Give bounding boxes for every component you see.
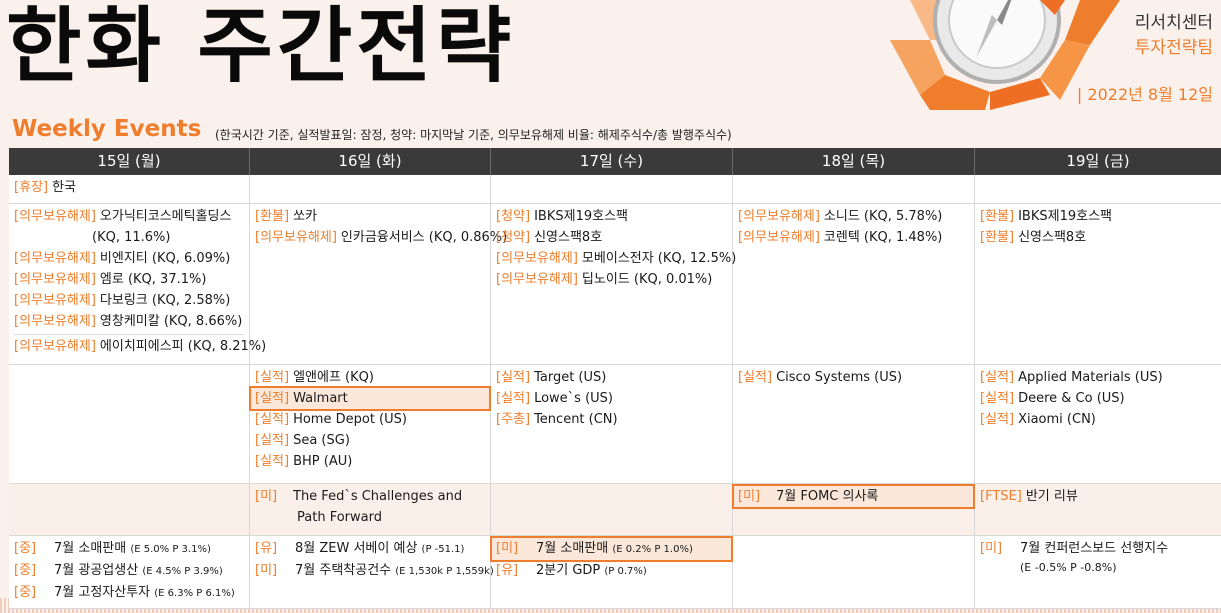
day-header: 18일 (목) [733,148,975,175]
day-header: 16일 (화) [250,148,491,175]
event-item: [의무보유해제] 코렌텍 (KQ, 1.48%) [738,230,943,245]
event-item: [미] 7월 주택착공건수 (E 1,530k P 1,559k) [255,563,494,578]
event-item: [FTSE] 반기 리뷰 [980,489,1078,504]
cell-mon: [의무보유해제] 오가닉티코스메틱홀딩스 (KQ, 11.6%) [의무보유해제]… [9,204,266,364]
event-item: [주총] Tencent (CN) [496,412,618,427]
cell-fri [975,175,1221,203]
event-item: [의무보유해제] 영창케미칼 (KQ, 8.66%) [14,314,243,329]
event-item: [미] The Fed`s Challenges and [255,489,463,504]
event-item: [청약] 신영스팩8호 [496,230,603,245]
event-item: [휴장] 한국 [14,180,76,195]
cell-thu: [실적] Cisco Systems (US) [733,365,975,483]
cell-tue [250,175,491,203]
cell-mon: [휴장] 한국 [9,175,250,203]
event-item: [실적] Xiaomi (CN) [980,412,1096,427]
day-header: 19일 (금) [1066,152,1130,170]
table-row: [휴장] 한국 [9,175,1221,204]
event-item: [의무보유해제] 모베이스전자 (KQ, 12.5%) [496,251,737,266]
event-item: [환불] 쏘카 [255,209,317,224]
research-center-label: 리서치센터 [1134,13,1213,33]
event-item: [의무보유해제] 다보링크 (KQ, 2.58%) [14,293,231,308]
event-item: [중] 7월 고정자산투자 (E 6.3% P 6.1%) [14,585,235,600]
highlighted-event-item: [실적] Walmart [249,386,491,411]
cell-wed: [미] 7월 소매판매 (E 0.2% P 1.0%) [유] 2분기 GDP (P… [490,536,733,608]
cell-fri: [미] 7월 컨퍼런스보드 선행지수 (E -0.5% P -0.8%) [975,536,1221,608]
cell-wed: [청약] IBKS제19호스팩 [청약] 신영스팩8호 [의무보유해제] 모베이스전자… [491,204,737,364]
event-item: [의무보유해제] 엠로 (KQ, 37.1%) [14,272,207,287]
cell-fri: [환불] IBKS제19호스팩 [환불] 신영스팩8호 [975,204,1221,364]
day-header-row: 15일 (월) 16일 (화) 17일 (수) 18일 (목) 19일 (금) [9,148,1221,175]
event-item: [중] 7월 소매판매 (E 5.0% P 3.1%) [14,541,211,556]
highlighted-event-item: [미] 7월 소매판매 (E 0.2% P 1.0%) [490,536,733,562]
event-item: [의무보유해제] 소니드 (KQ, 5.78%) [738,209,943,224]
event-item: [의무보유해제] 인카금융서비스 (KQ, 0.86%) [255,230,508,245]
cell-tue: [미] The Fed`s Challenges and Path Forward [250,484,491,535]
cell-mon [9,365,250,483]
event-item: [의무보유해제] 에이치피에스피 (KQ, 8.21%) [14,334,266,357]
cell-thu: [의무보유해제] 소니드 (KQ, 5.78%) [의무보유해제] 코렌텍 (KQ,… [733,204,975,364]
highlighted-event-item: [미] 7월 FOMC 의사록 [732,484,975,509]
event-item: [실적] BHP (AU) [255,454,353,469]
event-item: [미] 7월 컨퍼런스보드 선행지수 [980,541,1169,556]
event-item-continued: Path Forward [297,510,382,525]
cell-thu [733,175,975,203]
event-item: [의무보유해제] 오가닉티코스메틱홀딩스 [14,209,232,224]
cell-wed [491,175,733,203]
event-item: [환불] IBKS제19호스팩 [980,209,1112,224]
event-item: [실적] Target (US) [496,370,607,385]
cell-tue: [환불] 쏘카 [의무보유해제] 인카금융서비스 (KQ, 0.86%) [250,204,508,364]
weekly-events-title: Weekly Events [12,116,202,142]
event-item: [실적] 엘앤에프 (KQ) [255,370,374,385]
event-item: [실적] Lowe`s (US) [496,391,613,406]
event-item: [실적] Deere & Co (US) [980,391,1125,406]
event-item: (KQ, 11.6%) [92,230,171,245]
day-header: 17일 (수) [491,148,733,175]
event-item: [청약] IBKS제19호스팩 [496,209,628,224]
cell-fri: [FTSE] 반기 리뷰 [975,484,1221,535]
event-item: [실적] Home Depot (US) [255,412,407,427]
report-title: 한화 주간전략 [6,0,516,94]
event-item: [중] 7월 광공업생산 (E 4.5% P 3.9%) [14,563,223,578]
table-row: [의무보유해제] 오가닉티코스메틱홀딩스 (KQ, 11.6%) [의무보유해제]… [9,204,1221,365]
weekly-events-table: 15일 (월) 16일 (화) 17일 (수) 18일 (목) 19일 (금) … [9,148,1221,609]
weekly-events-note: (한국시간 기준, 실적발표일: 잠정, 청약: 마지막날 기준, 의무보유해제… [215,128,732,142]
cell-mon [9,484,250,535]
table-row: [실적] 엘앤에프 (KQ) [실적] Walmart [실적] Home Depot… [9,365,1221,484]
cell-tue: [실적] 엘앤에프 (KQ) [실적] Walmart [실적] Home Depot… [249,365,491,483]
cell-wed: [실적] Target (US) [실적] Lowe`s (US) [주총] Tenc… [491,365,733,483]
event-item: [실적] Applied Materials (US) [980,370,1163,385]
table-row: [중] 7월 소매판매 (E 5.0% P 3.1%) [중] 7월 광공업생산 (… [9,536,1221,609]
team-label: 투자전략팀 [1134,38,1213,58]
event-item: [실적] Sea (SG) [255,433,350,448]
event-item: [유] 2분기 GDP (P 0.7%) [496,563,647,578]
event-item: [환불] 신영스팩8호 [980,230,1087,245]
cell-tue: [유] 8월 ZEW 서베이 예상 (P -51.1) [미] 7월 주택착공건수 … [250,536,494,608]
table-row: [미] The Fed`s Challenges and Path Forward… [9,484,1221,536]
event-item: [실적] Cisco Systems (US) [738,370,903,385]
cell-mon: [중] 7월 소매판매 (E 5.0% P 3.1%) [중] 7월 광공업생산 (… [9,536,250,608]
cell-thu [733,536,975,608]
cell-wed [491,484,733,535]
event-item: [의무보유해제] 비엔지티 (KQ, 6.09%) [14,251,231,266]
event-item: [유] 8월 ZEW 서베이 예상 (P -51.1) [255,541,465,556]
cell-fri: [실적] Applied Materials (US) [실적] Deere & C… [975,365,1221,483]
day-header: 15일 (월) [9,148,250,175]
cell-thu: [미] 7월 FOMC 의사록 [732,484,975,535]
event-item: [의무보유해제] 딥노이드 (KQ, 0.01%) [496,272,713,287]
event-detail: (E -0.5% P -0.8%) [1020,561,1117,574]
report-date: | 2022년 8월 12일 [1076,85,1213,104]
